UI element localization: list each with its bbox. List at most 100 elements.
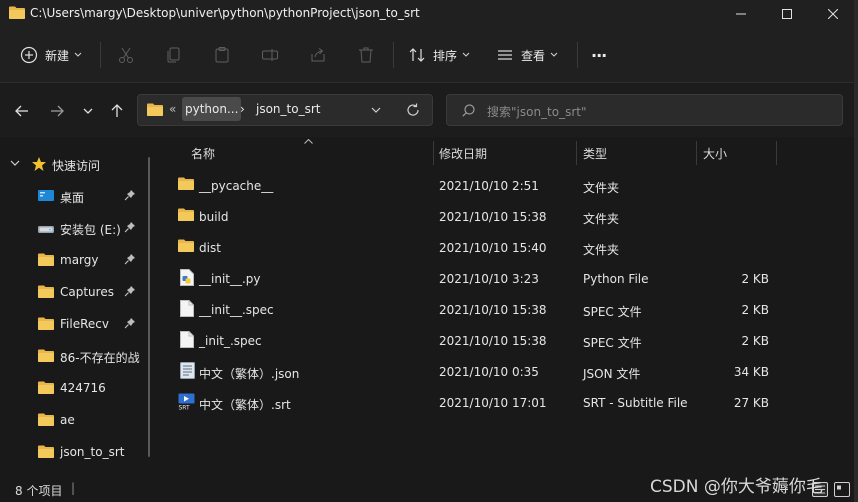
table-row[interactable]: __init__.spec 2021/10/10 15:38 SPEC 文件 2…	[160, 295, 858, 325]
paste-button[interactable]	[213, 38, 231, 72]
sidebar-scrollbar[interactable]	[148, 157, 150, 457]
pin-icon[interactable]	[124, 221, 136, 233]
file-size: 2 KB	[741, 303, 769, 317]
cut-button[interactable]	[117, 38, 135, 72]
command-bar: 新建 排序 查看 ···	[0, 28, 858, 83]
file-modified: 2021/10/10 2:51	[439, 179, 539, 193]
breadcrumb-current[interactable]: json_to_srt	[256, 102, 320, 116]
pin-icon[interactable]	[124, 285, 136, 297]
rename-icon	[262, 49, 278, 61]
table-row[interactable]: __init__.py 2021/10/10 3:23 Python File …	[160, 264, 858, 294]
plus-circle-icon	[20, 46, 38, 64]
maximize-button[interactable]	[764, 0, 810, 28]
sidebar-item-label: json_to_srt	[60, 445, 125, 459]
sidebar-item-margy[interactable]: margy	[0, 245, 160, 275]
breadcrumb-overflow[interactable]: «	[169, 102, 176, 116]
delete-button[interactable]	[357, 38, 375, 72]
title-bar: C:\Users\margy\Desktop\univer\python\pyt…	[0, 0, 858, 28]
close-icon	[828, 9, 838, 19]
tiles-view-icon[interactable]	[834, 482, 850, 497]
folder-icon	[38, 445, 54, 458]
sidebar-item-desktop[interactable]: 桌面	[0, 181, 160, 211]
chevron-down-icon[interactable]	[371, 107, 381, 114]
copy-button[interactable]	[165, 38, 183, 72]
chevron-down-icon	[83, 108, 93, 114]
recent-locations-button[interactable]	[77, 100, 99, 122]
table-row[interactable]: dist 2021/10/10 15:40 文件夹	[160, 233, 858, 263]
share-button[interactable]	[309, 38, 327, 72]
sidebar-item-label: 86-不存在的战	[60, 351, 140, 365]
sidebar-item-json-to-srt[interactable]: json_to_srt	[0, 437, 160, 467]
file-modified: 2021/10/10 0:35	[439, 365, 539, 379]
table-row[interactable]: _init_.spec 2021/10/10 15:38 SPEC 文件 2 K…	[160, 326, 858, 356]
folder-icon	[38, 413, 54, 426]
arrow-right-icon	[51, 105, 64, 117]
trash-icon	[359, 47, 373, 63]
more-options-button[interactable]: ···	[591, 38, 607, 72]
chevron-down-icon[interactable]	[10, 160, 20, 167]
share-icon	[311, 48, 325, 62]
folder-icon	[38, 349, 54, 362]
file-size: 34 KB	[733, 365, 769, 379]
sidebar-item-ae[interactable]: ae	[0, 405, 160, 435]
search-box[interactable]: 搜索"json_to_srt"	[446, 94, 843, 126]
json-file-icon	[180, 362, 195, 379]
column-divider[interactable]	[433, 141, 434, 165]
toolbar-divider	[577, 42, 578, 68]
python-file-icon	[180, 269, 194, 286]
pin-icon[interactable]	[124, 253, 136, 265]
search-placeholder: 搜索"json_to_srt"	[487, 105, 587, 119]
folder-icon	[178, 208, 194, 221]
sidebar-item-label: margy	[60, 253, 99, 267]
column-divider[interactable]	[776, 141, 777, 165]
view-button[interactable]: 查看	[496, 38, 558, 72]
table-row[interactable]: __pycache__ 2021/10/10 2:51 文件夹	[160, 171, 858, 201]
file-modified: 2021/10/10 15:38	[439, 334, 547, 348]
sidebar-item-label: 安装包 (E:)	[60, 223, 121, 237]
file-name: _init_.spec	[199, 334, 262, 348]
column-divider[interactable]	[696, 141, 697, 165]
file-type: Python File	[583, 272, 649, 286]
table-row[interactable]: build 2021/10/10 15:38 文件夹	[160, 202, 858, 232]
breadcrumb-parent[interactable]: python...	[182, 97, 242, 121]
scissors-icon	[119, 47, 133, 63]
sort-icon	[409, 48, 425, 62]
breadcrumb-separator[interactable]: ›	[240, 102, 245, 116]
sidebar-item-filerecv[interactable]: FileRecv	[0, 309, 160, 339]
sort-button-label: 排序	[433, 48, 458, 63]
file-modified: 2021/10/10 15:38	[439, 303, 547, 317]
new-button[interactable]: 新建	[20, 38, 82, 72]
file-explorer-window: C:\Users\margy\Desktop\univer\python\pyt…	[0, 0, 858, 502]
sidebar-item-quick-access[interactable]: 快速访问	[0, 149, 160, 179]
file-name: build	[199, 210, 229, 224]
table-row[interactable]: 中文（繁体）.json 2021/10/10 0:35 JSON 文件 34 K…	[160, 357, 858, 387]
search-icon	[462, 104, 475, 117]
sidebar-item-drive-e[interactable]: 安装包 (E:)	[0, 213, 160, 243]
folder-icon	[147, 103, 163, 116]
sort-button[interactable]: 排序	[408, 38, 470, 72]
minimize-button[interactable]	[718, 0, 764, 28]
sidebar-item-captures[interactable]: Captures	[0, 277, 160, 307]
back-button[interactable]	[11, 100, 33, 122]
srt-file-icon: SRT	[178, 393, 195, 410]
file-type: SRT - Subtitle File	[583, 396, 688, 410]
column-divider[interactable]	[576, 141, 577, 165]
new-button-label: 新建	[45, 48, 70, 63]
pin-icon[interactable]	[124, 189, 136, 201]
sidebar-item-86[interactable]: 86-不存在的战	[0, 341, 160, 371]
file-name: __pycache__	[199, 179, 274, 193]
folder-icon	[38, 285, 54, 298]
folder-icon	[178, 177, 194, 190]
forward-button[interactable]	[46, 100, 68, 122]
address-bar[interactable]: « python... › json_to_srt	[137, 94, 433, 126]
refresh-icon[interactable]	[406, 103, 420, 117]
table-row[interactable]: SRT 中文（繁体）.srt 2021/10/10 17:01 SRT - Su…	[160, 388, 858, 418]
folder-icon	[38, 317, 54, 330]
folder-icon	[9, 6, 25, 19]
close-button[interactable]	[810, 0, 856, 28]
sidebar-item-424716[interactable]: 424716	[0, 373, 160, 403]
star-icon	[32, 157, 46, 171]
up-button[interactable]	[106, 100, 128, 122]
rename-button[interactable]	[261, 38, 279, 72]
pin-icon[interactable]	[124, 317, 136, 329]
